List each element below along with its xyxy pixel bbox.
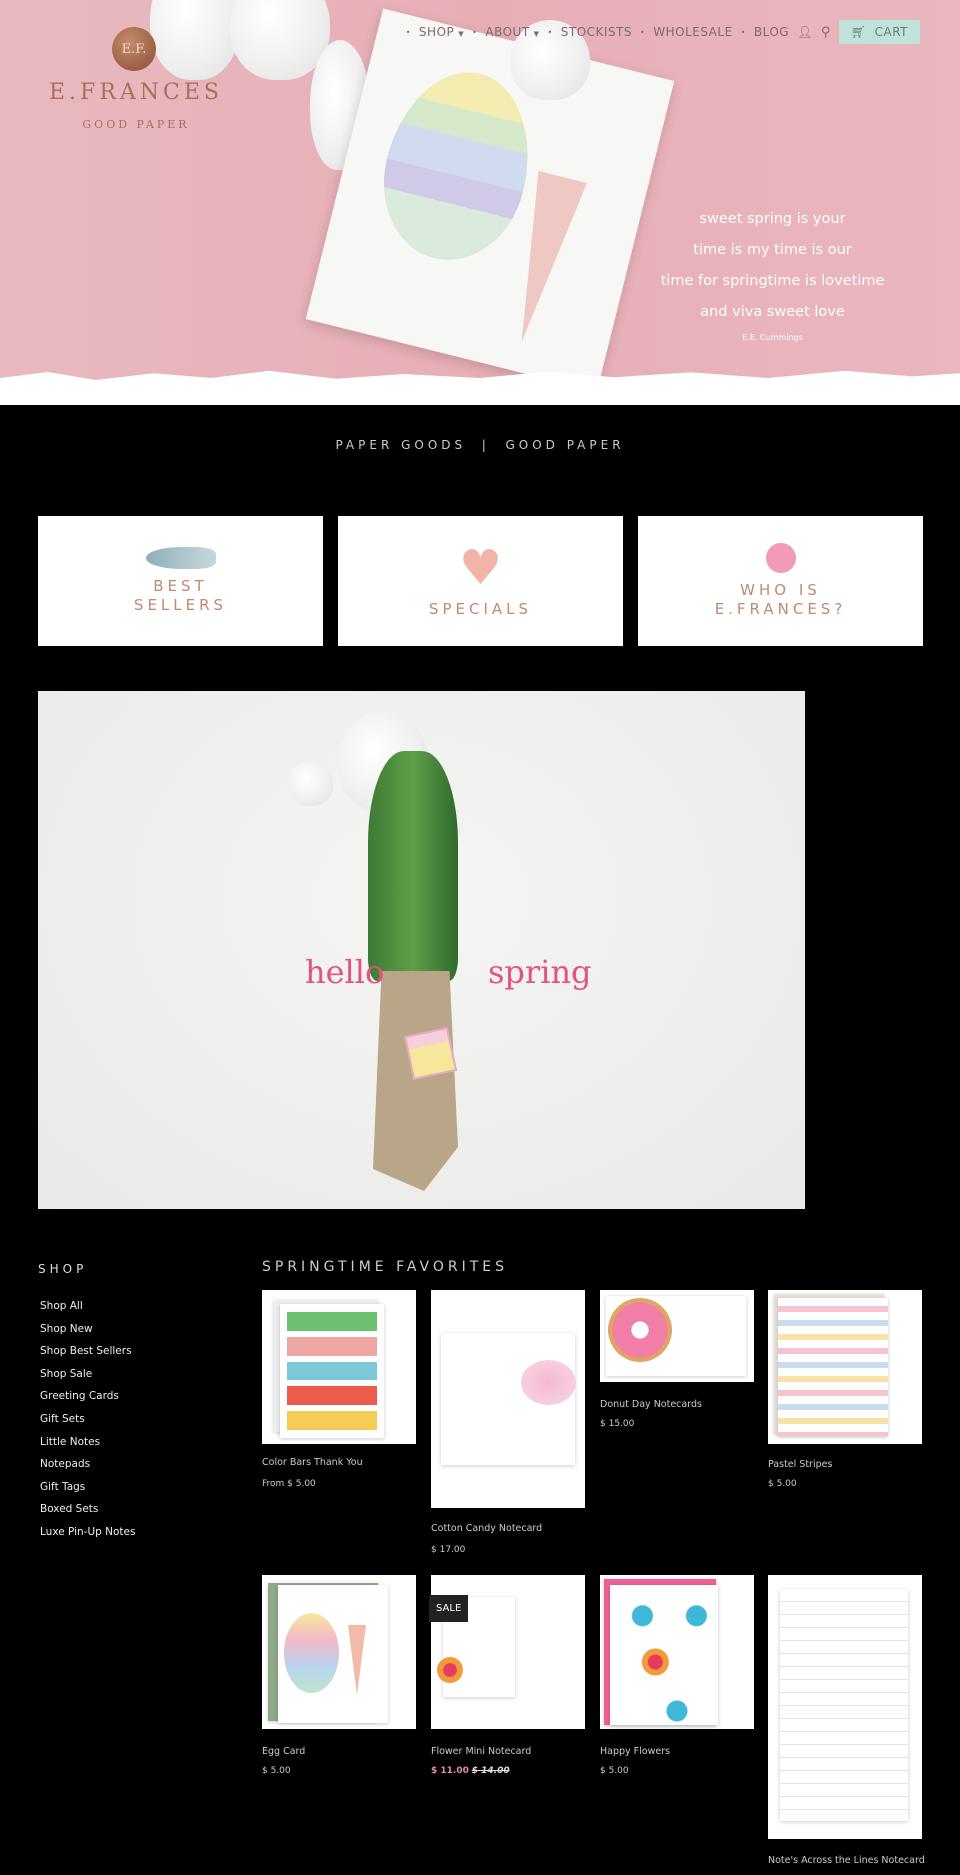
cart-label: CART [874,25,908,39]
product-name[interactable]: Cotton Candy Notecard [431,1523,591,1534]
product-price: $ 17.00 [431,1545,466,1555]
logo-tagline: GOOD PAPER [82,118,190,131]
pink-dot-icon [765,543,796,573]
nav-label: ABOUT [485,25,530,39]
sidebar-item[interactable]: Shop Best Sellers [40,1345,135,1368]
whale-icon [145,547,216,569]
product-name[interactable]: Pastel Stripes [768,1459,928,1470]
product-name[interactable]: Donut Day Notecards [600,1399,760,1410]
poem-attribution: E.E. Cummings [742,333,803,342]
feature-text-spring: spring [488,953,592,991]
main-nav: • SHOP ▼ • ABOUT ▼ • STOCKISTS • WHOLESALE… [406,20,920,44]
poem-line: time for springtime is lovetime [660,273,885,289]
tulip-image [288,761,333,806]
product-price: $ 5.00 [768,1479,797,1489]
poem-line: sweet spring is your [699,211,846,227]
logo-name[interactable]: E.FRANCES [36,80,236,105]
product-price: From $ 5.00 [262,1479,316,1489]
sidebar-item[interactable]: Gift Sets [40,1413,135,1436]
cart-icon: 🛒︎ [850,25,867,39]
sidebar-item[interactable]: Gift Tags [40,1481,135,1504]
kraft-paper-wrap [373,971,458,1191]
user-icon[interactable]: 👤︎ [797,25,813,39]
chevron-down-icon: ▼ [458,30,465,38]
sidebar-item[interactable]: Shop All [40,1300,135,1323]
cake-tag [403,1026,458,1081]
product-price: $ 5.00 [600,1766,629,1776]
product-name[interactable]: Color Bars Thank You [262,1457,422,1468]
heart-icon: ♥ [458,539,503,596]
product-name[interactable]: Flower Mini Notecard [431,1746,591,1757]
nav-label: SHOP [418,25,455,39]
sidebar-item[interactable]: Notepads [40,1458,135,1481]
chevron-down-icon: ▼ [533,30,540,38]
sidebar-item[interactable]: Little Notes [40,1436,135,1459]
sale-badge: SALE [429,1595,469,1622]
nav-separator: • [640,27,646,37]
product-image[interactable] [768,1290,922,1444]
sidebar-item[interactable]: Luxe Pin-Up Notes [40,1526,135,1549]
product-image[interactable] [600,1290,754,1382]
logo-monogram[interactable]: E.F. [112,27,156,71]
sidebar-item[interactable]: Greeting Cards [40,1390,135,1413]
hero-banner: E.F. E.FRANCES GOOD PAPER • SHOP ▼ • ABOU… [0,0,960,405]
sidebar-item[interactable]: Boxed Sets [40,1503,135,1526]
sidebar-item[interactable]: Shop Sale [40,1368,135,1391]
nav-separator: • [547,27,553,37]
promo-label: BEST SELLERS [133,577,228,614]
sidebar-item[interactable]: Shop New [40,1323,135,1346]
product-image[interactable] [262,1575,416,1729]
hero-poem: sweet spring is your time is my time is … [650,204,895,348]
product-image[interactable] [262,1290,416,1444]
sale-price: $ 11.00 [431,1766,469,1776]
tulip-image [150,0,240,80]
products-heading: SPRINGTIME FAVORITES [262,1259,509,1275]
poem-line: time is my time is our [693,242,852,258]
sidebar-shop-list: Shop All Shop New Shop Best Sellers Shop… [40,1300,135,1549]
nav-shop[interactable]: SHOP ▼ [419,25,464,39]
promo-specials[interactable]: ♥ SPECIALS [338,516,623,646]
feature-text-hello: hello [305,953,385,991]
site-tagline: PAPER GOODS | GOOD PAPER [335,438,625,452]
product-name[interactable]: Happy Flowers [600,1746,760,1757]
nav-separator: • [740,27,746,37]
product-image[interactable] [600,1575,754,1729]
promo-label: WHO IS E.FRANCES? [714,581,847,618]
nav-blog[interactable]: BLOG [754,25,789,39]
product-name[interactable]: Egg Card [262,1746,422,1757]
sidebar-heading: SHOP [38,1262,88,1276]
product-price: $ 5.00 [262,1766,291,1776]
nav-about[interactable]: ABOUT ▼ [485,25,539,39]
promo-label: SPECIALS [428,599,533,618]
feature-banner-hello-spring[interactable]: hello spring [38,691,805,1209]
search-icon[interactable]: ⚲ [821,25,831,40]
nav-wholesale[interactable]: WHOLESALE [653,25,732,39]
torn-paper-edge [0,370,960,405]
product-image[interactable] [768,1575,922,1839]
nav-separator: • [472,27,478,37]
promo-who-is[interactable]: WHO IS E.FRANCES? [638,516,923,646]
cart-button[interactable]: 🛒︎ CART [838,20,920,44]
original-price: $ 14.00 [471,1766,510,1776]
nav-stockists[interactable]: STOCKISTS [561,25,632,39]
poem-line: and viva sweet love [700,304,845,320]
nav-separator: • [405,27,411,37]
product-name[interactable]: Note's Across the Lines Notecard [768,1855,958,1866]
product-price: $ 11.00 $ 14.00 [431,1766,510,1776]
product-price: $ 15.00 [600,1419,635,1429]
product-image[interactable] [431,1290,585,1508]
tulip-stems [368,751,458,981]
promo-best-sellers[interactable]: BEST SELLERS [38,516,323,646]
